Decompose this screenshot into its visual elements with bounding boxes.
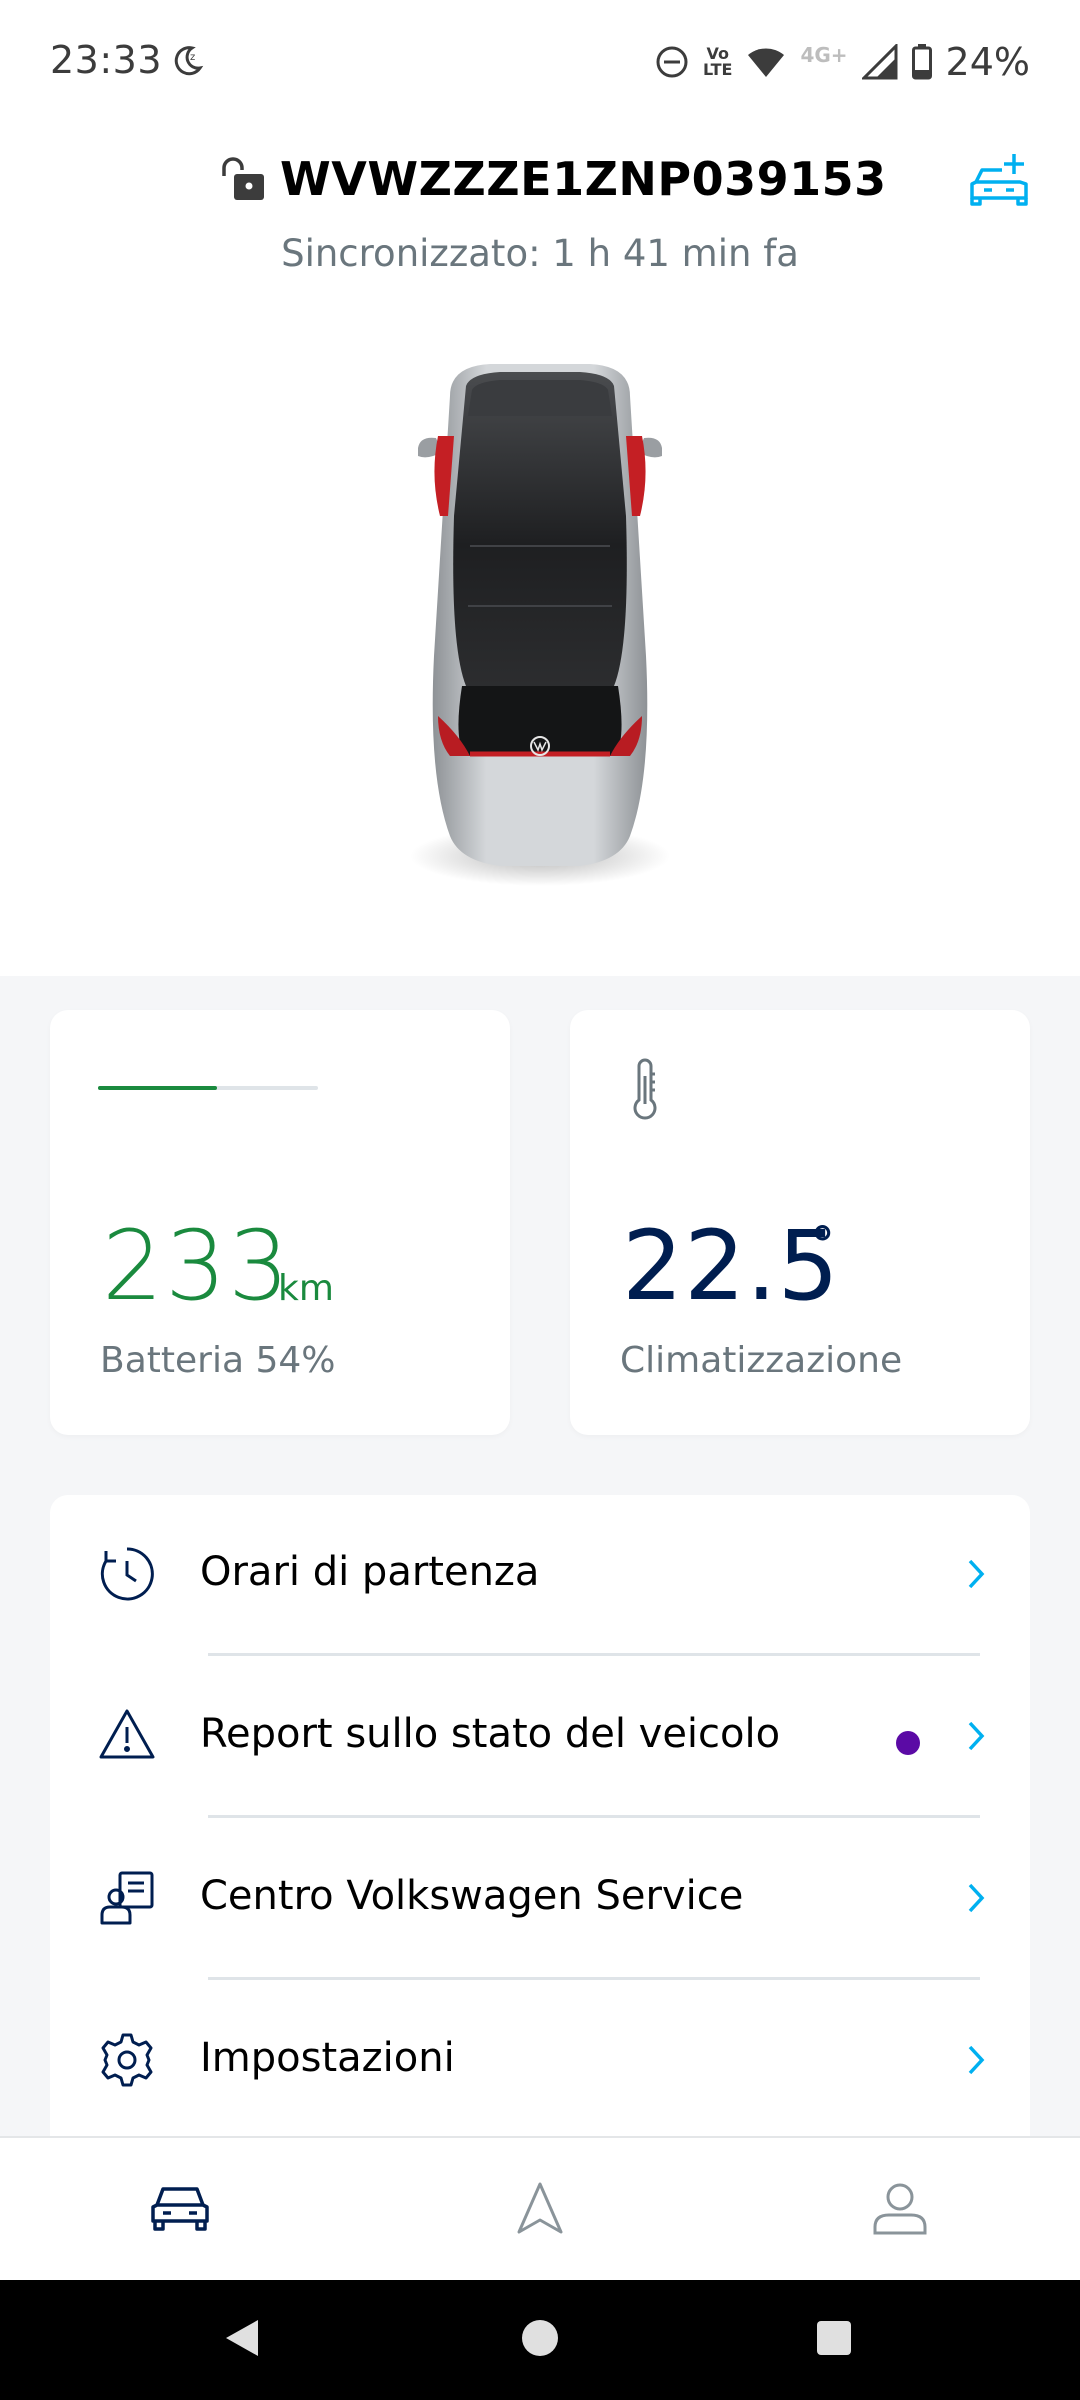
tab-navigation[interactable] — [500, 2168, 580, 2248]
range-unit: km — [278, 1268, 334, 1309]
climate-label: Climatizzazione — [620, 1340, 903, 1381]
home-icon[interactable] — [520, 2316, 560, 2364]
menu-item-service-center[interactable]: Centro Volkswagen Service — [50, 1819, 1030, 1981]
chevron-right-icon — [966, 2043, 986, 2081]
chevron-right-icon — [966, 1881, 986, 1919]
climate-card[interactable]: 22.5 ° Climatizzazione — [570, 1010, 1030, 1435]
menu-label: Impostazioni — [200, 2035, 455, 2081]
car-icon — [151, 2187, 209, 2231]
menu-label: Report sullo stato del veicolo — [200, 1711, 781, 1757]
back-icon[interactable] — [222, 2316, 262, 2364]
chevron-right-icon — [966, 1719, 986, 1757]
clock-icon — [98, 1545, 156, 1607]
menu-divider — [208, 1815, 980, 1818]
vehicle-header: WVWZZZE1ZNP039153 Sincronizzato: 1 h 41 … — [0, 126, 1080, 976]
vehicle-menu-list: Orari di partenza Report sullo stato del… — [50, 1495, 1030, 2140]
service-center-icon — [98, 1869, 156, 1931]
tab-profile[interactable] — [860, 2168, 940, 2248]
navigation-icon — [517, 2182, 563, 2234]
signal-icon — [861, 44, 898, 80]
sync-status: Sincronizzato: 1 h 41 min fa — [281, 232, 799, 275]
range-value: 233 — [102, 1210, 292, 1322]
status-time: 23:33 — [50, 38, 163, 82]
battery-label: Batteria 54% — [100, 1340, 336, 1381]
tab-vehicle[interactable] — [140, 2168, 220, 2248]
bottom-navigation — [0, 2136, 1080, 2280]
status-icons: Vo LTE 4G+ 24% — [655, 38, 1030, 86]
menu-label: Orari di partenza — [200, 1549, 540, 1595]
menu-divider — [208, 1977, 980, 1980]
do-not-disturb-moon-icon: z — [170, 44, 204, 82]
menu-item-departure-times[interactable]: Orari di partenza — [50, 1495, 1030, 1657]
profile-icon — [873, 2183, 927, 2235]
vehicle-image — [380, 356, 700, 900]
svg-text:z: z — [190, 52, 195, 63]
battery-percentage: 24% — [945, 40, 1030, 84]
menu-item-vehicle-health-report[interactable]: Report sullo stato del veicolo — [50, 1657, 1030, 1819]
battery-icon — [911, 44, 932, 80]
chevron-right-icon — [966, 1557, 986, 1595]
notification-dot — [896, 1731, 920, 1755]
battery-level-bar — [98, 1086, 318, 1090]
network-type: 4G+ — [800, 43, 848, 67]
degree-symbol: ° — [810, 1216, 835, 1274]
vehicle-vin: WVWZZZE1ZNP039153 — [280, 152, 887, 206]
thermometer-icon — [630, 1058, 660, 1126]
system-navigation-bar — [0, 2280, 1080, 2400]
menu-divider — [208, 1653, 980, 1656]
climate-temperature: 22.5 — [622, 1210, 840, 1322]
dnd-icon — [655, 45, 689, 79]
battery-level-fill — [98, 1086, 217, 1090]
battery-range-card[interactable]: 233 km Batteria 54% — [50, 1010, 510, 1435]
menu-label: Centro Volkswagen Service — [200, 1873, 744, 1919]
warning-icon — [98, 1707, 156, 1765]
add-vehicle-icon[interactable] — [968, 152, 1030, 212]
volte-icon: Vo LTE — [703, 44, 733, 79]
wifi-icon — [746, 45, 786, 79]
menu-item-settings[interactable]: Impostazioni — [50, 1981, 1030, 2143]
vw-app-screen: 23:33 z Vo LTE 4G+ 24% WVWZZZE1ZNP039153… — [0, 0, 1080, 2400]
gear-icon — [98, 2031, 156, 2093]
recents-icon[interactable] — [814, 2316, 854, 2364]
unlocked-padlock-icon[interactable] — [218, 156, 270, 206]
status-bar: 23:33 z Vo LTE 4G+ 24% — [0, 0, 1080, 126]
